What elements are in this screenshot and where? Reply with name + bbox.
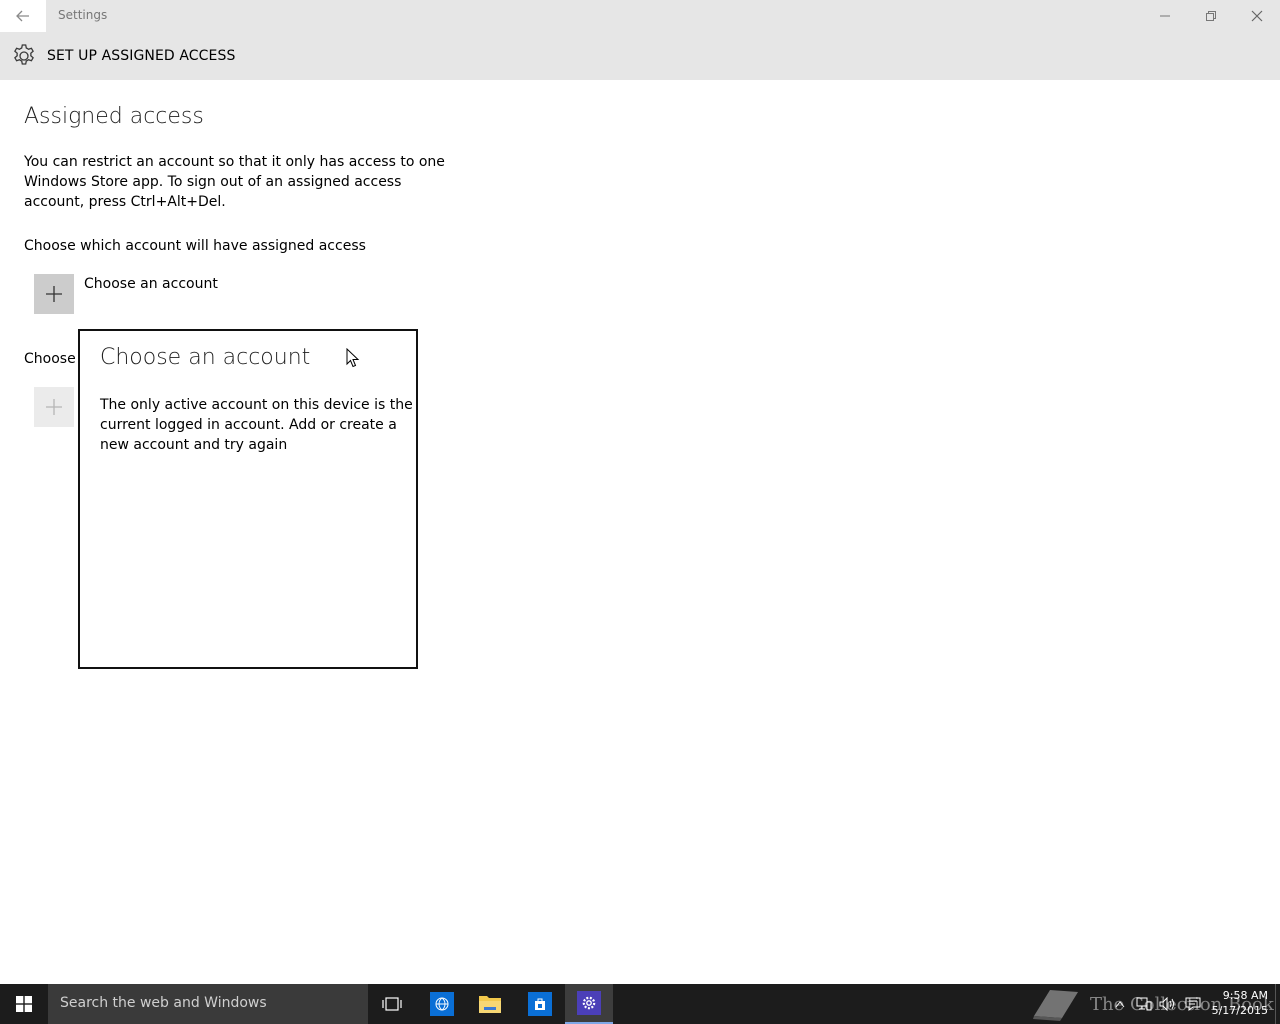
description-text: You can restrict an account so that it o… — [24, 154, 445, 210]
title-bar: Settings — [0, 0, 1280, 32]
flyout-title: Choose an account — [100, 345, 311, 370]
mouse-cursor-icon — [346, 348, 360, 368]
page-title: SET UP ASSIGNED ACCESS — [47, 48, 236, 64]
taskbar-file-explorer[interactable] — [466, 984, 514, 1024]
back-button[interactable] — [0, 0, 46, 32]
volume-icon[interactable] — [1158, 994, 1178, 1014]
action-center-icon[interactable] — [1183, 994, 1203, 1014]
window-title: Settings — [58, 8, 108, 22]
network-icon[interactable] — [1134, 994, 1154, 1014]
gear-icon — [14, 44, 34, 65]
task-view-icon — [382, 997, 402, 1011]
search-placeholder: Search the web and Windows — [60, 995, 267, 1011]
account-section-label: Choose which account will have assigned … — [24, 238, 366, 254]
show-desktop-button[interactable] — [1275, 984, 1280, 1024]
store-bag-icon — [528, 992, 552, 1016]
choose-account-button[interactable] — [34, 274, 74, 314]
plus-icon — [46, 286, 62, 302]
search-box[interactable]: Search the web and Windows — [48, 984, 368, 1024]
clock[interactable]: 9:58 AM 5/17/2015 — [1212, 988, 1268, 1018]
restore-icon — [1206, 11, 1216, 21]
close-button[interactable] — [1234, 0, 1280, 32]
minimize-button[interactable] — [1142, 0, 1188, 32]
choose-account-label[interactable]: Choose an account — [84, 276, 218, 292]
globe-icon — [430, 992, 454, 1016]
close-icon — [1251, 10, 1263, 22]
clock-time: 9:58 AM — [1222, 989, 1268, 1002]
choose-app-button[interactable] — [34, 387, 74, 427]
restore-button[interactable] — [1188, 0, 1234, 32]
plus-icon — [46, 399, 62, 415]
windows-logo-icon — [16, 996, 32, 1012]
app-section-label: Choose — [24, 351, 76, 367]
show-hidden-icons-chevron-icon[interactable] — [1110, 994, 1130, 1014]
folder-icon — [479, 996, 501, 1013]
taskbar: Search the web and Windows The Collectio… — [0, 984, 1280, 1024]
minimize-icon — [1160, 15, 1170, 17]
flyout-message: The only active account on this device i… — [100, 397, 413, 453]
back-arrow-icon — [16, 10, 29, 22]
taskbar-store-app[interactable] — [516, 984, 564, 1024]
taskbar-edge-app[interactable] — [418, 984, 466, 1024]
choose-account-flyout: Choose an account The only active accoun… — [78, 329, 418, 669]
clock-date: 5/17/2015 — [1211, 1004, 1268, 1017]
section-heading: Assigned access — [24, 104, 204, 129]
page-header: SET UP ASSIGNED ACCESS — [0, 32, 1280, 80]
task-view-button[interactable] — [368, 984, 416, 1024]
taskbar-settings-app[interactable] — [565, 984, 613, 1024]
start-button[interactable] — [0, 984, 48, 1024]
settings-gear-icon — [577, 991, 601, 1015]
book-icon — [1033, 990, 1078, 1021]
